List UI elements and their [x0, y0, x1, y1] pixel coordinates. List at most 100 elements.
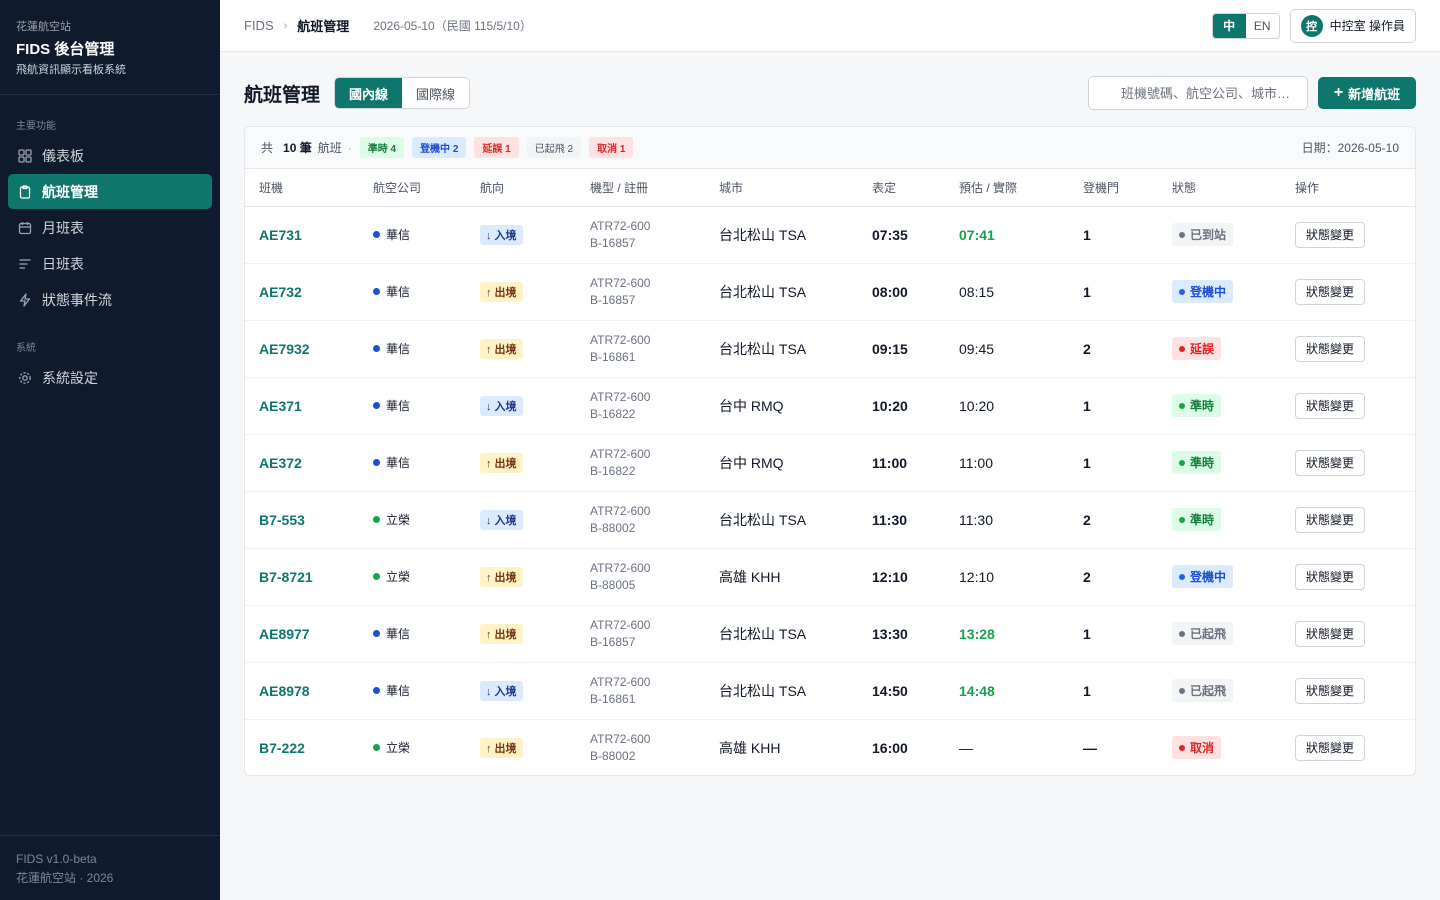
cell-gate: 2	[1069, 491, 1158, 549]
col-aircraft: 機型 / 註冊	[576, 169, 705, 207]
status-dot	[1179, 402, 1185, 409]
cell-actions: 狀態變更	[1281, 605, 1415, 663]
change-status-button[interactable]: 狀態變更	[1295, 335, 1365, 362]
sidebar-item-settings[interactable]: 系統設定	[8, 360, 212, 395]
tab-domestic[interactable]: 國內線	[335, 78, 403, 108]
cell-estimated: 12:10	[945, 548, 1069, 606]
col-flight: 班機	[245, 169, 359, 207]
lang-en-button[interactable]: EN	[1246, 14, 1279, 38]
airline: 華信	[373, 397, 466, 414]
status-label: 取消	[1190, 741, 1215, 756]
flight-number-link[interactable]: AE372	[259, 455, 302, 471]
flight-number-link[interactable]: AE732	[259, 284, 302, 300]
tab-international[interactable]: 國際線	[402, 78, 470, 108]
flight-number-link[interactable]: B7-8721	[259, 569, 313, 585]
breadcrumb-root[interactable]: FIDS	[244, 18, 274, 33]
flight-number-link[interactable]: AE371	[259, 398, 302, 414]
gate: 1	[1083, 226, 1091, 243]
change-status-button[interactable]: 狀態變更	[1295, 677, 1365, 704]
sidebar-item-monthly[interactable]: 月班表	[8, 210, 212, 245]
cell-actions: 狀態變更	[1281, 491, 1415, 549]
direction-badge: ↑ 出境	[480, 737, 523, 758]
table-row: AE731 華信 ↓ 入境 ATR72-600 B-16857 台北松山 TSA 07:35…	[245, 206, 1415, 264]
airline: 立榮	[373, 568, 466, 585]
direction-badge: ↑ 出境	[480, 623, 523, 644]
cell-gate: 1	[1069, 434, 1158, 492]
gate: 1	[1083, 397, 1091, 414]
change-status-button[interactable]: 狀態變更	[1295, 734, 1365, 761]
chip-delayed: 延誤 1	[474, 137, 519, 158]
cell-status: 準時	[1158, 491, 1281, 549]
aircraft-registration: B-16857	[590, 634, 636, 649]
aircraft-registration: B-16822	[590, 406, 636, 421]
airline-dot	[373, 630, 380, 637]
gear-icon	[18, 371, 32, 385]
cell-gate: 1	[1069, 377, 1158, 435]
change-status-button[interactable]: 狀態變更	[1295, 221, 1365, 248]
table-row: AE371 華信 ↓ 入境 ATR72-600 B-16822 台中 RMQ 10:20 10…	[245, 377, 1415, 435]
change-status-button[interactable]: 狀態變更	[1295, 449, 1365, 476]
aircraft-registration: B-16861	[590, 349, 636, 364]
status-label: 延誤	[1190, 342, 1215, 356]
status-badge: 取消	[1172, 736, 1222, 760]
sidebar-item-daily[interactable]: 日班表	[8, 246, 212, 281]
list-icon	[18, 257, 32, 271]
cell-aircraft: ATR72-600 B-16822	[576, 377, 705, 435]
sidebar-item-events[interactable]: 狀態事件流	[8, 282, 212, 317]
sidebar: 花蓮航空站 FIDS 後台管理 飛航資訊顯示看板系統 主要功能 儀表板 航班管理…	[0, 0, 220, 900]
cell-city: 台中 RMQ	[705, 434, 858, 492]
flight-number-link[interactable]: AE7932	[259, 341, 310, 357]
flight-number-link[interactable]: AE731	[259, 227, 302, 243]
cell-aircraft: ATR72-600 B-16861	[576, 320, 705, 378]
flight-number-link[interactable]: AE8977	[259, 626, 310, 642]
add-flight-label: 新增航班	[1348, 86, 1401, 102]
change-status-button[interactable]: 狀態變更	[1295, 620, 1365, 647]
col-actions: 操作	[1281, 169, 1415, 207]
airline-name: 華信	[386, 285, 411, 299]
status-label: 已起飛	[1190, 627, 1227, 641]
user-name: 中控室 操作員	[1329, 19, 1405, 33]
flights-table: 班機 航空公司 航向 機型 / 註冊 城市 表定 預估 / 實際 登機門 狀態 …	[245, 169, 1415, 775]
scheduled-time: 12:10	[872, 568, 908, 585]
cell-scheduled: 11:00	[858, 434, 945, 492]
clipboard-icon	[18, 184, 32, 199]
cell-direction: ↑ 出境	[466, 434, 576, 492]
gate: 1	[1083, 625, 1091, 642]
table-body: AE731 華信 ↓ 入境 ATR72-600 B-16857 台北松山 TSA 07:35…	[245, 206, 1415, 775]
cell-scheduled: 09:15	[858, 320, 945, 378]
cell-scheduled: 08:00	[858, 263, 945, 321]
col-city: 城市	[705, 169, 858, 207]
flight-number-link[interactable]: AE8978	[259, 683, 310, 699]
add-flight-button[interactable]: + 新增航班	[1318, 77, 1416, 109]
cell-direction: ↓ 入境	[466, 377, 576, 435]
city: 台北松山 TSA	[719, 511, 807, 528]
estimated-time: 09:45	[959, 340, 995, 357]
airline: 立榮	[373, 511, 466, 528]
city: 高雄 KHH	[719, 739, 781, 756]
change-status-button[interactable]: 狀態變更	[1295, 278, 1365, 305]
language-switch: 中 EN	[1211, 12, 1280, 39]
flight-number-link[interactable]: B7-553	[259, 512, 305, 528]
aircraft-type: ATR72-600	[590, 446, 651, 461]
flight-number-link[interactable]: B7-222	[259, 740, 305, 756]
scheduled-time: 10:20	[872, 397, 908, 414]
cell-flight: AE732	[245, 263, 359, 321]
sidebar-item-dashboard[interactable]: 儀表板	[8, 138, 212, 173]
gate: 2	[1083, 511, 1091, 528]
city: 台北松山 TSA	[719, 682, 807, 699]
change-status-button[interactable]: 狀態變更	[1295, 392, 1365, 419]
change-status-button[interactable]: 狀態變更	[1295, 506, 1365, 533]
cell-flight: B7-553	[245, 491, 359, 549]
brand-subtitle: 飛航資訊顯示看板系統	[16, 64, 126, 76]
cell-estimated: 11:30	[945, 491, 1069, 549]
scheduled-time: 09:15	[872, 340, 908, 357]
cell-status: 準時	[1158, 434, 1281, 492]
sidebar-item-flights[interactable]: 航班管理	[8, 174, 212, 209]
table-row: AE8977 華信 ↑ 出境 ATR72-600 B-16857 台北松山 TSA 13:3…	[245, 605, 1415, 663]
search-input[interactable]	[1088, 76, 1308, 110]
lang-zh-button[interactable]: 中	[1212, 13, 1246, 38]
table-header: 班機 航空公司 航向 機型 / 註冊 城市 表定 預估 / 實際 登機門 狀態 …	[245, 169, 1415, 207]
estimated-time: 14:48	[959, 682, 995, 699]
change-status-button[interactable]: 狀態變更	[1295, 563, 1365, 590]
user-menu[interactable]: 控 中控室 操作員	[1289, 8, 1416, 43]
